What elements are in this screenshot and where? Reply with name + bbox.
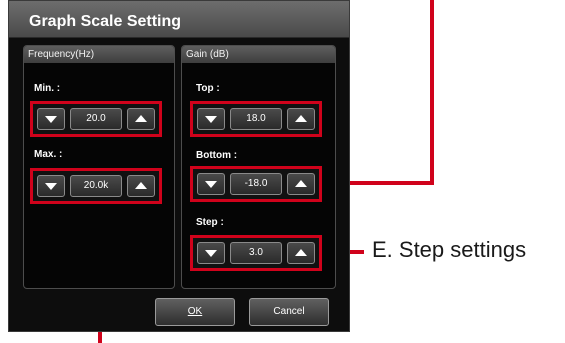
min-frequency-stepper: 20.0 <box>30 101 162 137</box>
min-value-field[interactable]: 20.0 <box>70 108 122 130</box>
gain-group-header: Gain (dB) <box>182 46 335 63</box>
step-increment-button[interactable] <box>287 242 315 264</box>
triangle-up-icon <box>135 115 147 122</box>
top-decrement-button[interactable] <box>197 108 225 130</box>
callout-line-bottom-vertical <box>430 0 434 185</box>
gain-group: Gain (dB) Top : 18.0 Bottom : -18.0 Step… <box>181 45 336 289</box>
triangle-up-icon <box>135 182 147 189</box>
bottom-label: Bottom : <box>196 150 238 161</box>
frequency-group: Frequency(Hz) Min. : 20.0 Max. : 20.0k <box>23 45 175 289</box>
ok-button-label: OK <box>187 306 203 317</box>
ok-button[interactable]: OK <box>155 298 235 326</box>
bottom-decrement-button[interactable] <box>197 173 225 195</box>
min-decrement-button[interactable] <box>37 108 65 130</box>
top-gain-stepper: 18.0 <box>190 101 322 137</box>
top-label: Top : <box>196 83 220 94</box>
max-increment-button[interactable] <box>127 175 155 197</box>
min-label: Min. : <box>34 83 61 94</box>
step-gain-stepper: 3.0 <box>190 235 322 271</box>
max-frequency-stepper: 20.0k <box>30 168 162 204</box>
triangle-down-icon <box>205 181 217 188</box>
frequency-group-header: Frequency(Hz) <box>24 46 174 63</box>
max-decrement-button[interactable] <box>37 175 65 197</box>
triangle-up-icon <box>295 249 307 256</box>
bottom-increment-button[interactable] <box>287 173 315 195</box>
graph-scale-dialog: Graph Scale Setting Frequency(Hz) Min. :… <box>8 0 350 332</box>
triangle-down-icon <box>45 183 57 190</box>
max-value-field[interactable]: 20.0k <box>70 175 122 197</box>
bottom-value-field[interactable]: -18.0 <box>230 173 282 195</box>
triangle-down-icon <box>205 250 217 257</box>
step-decrement-button[interactable] <box>197 242 225 264</box>
max-label: Max. : <box>34 149 63 160</box>
step-label: Step : <box>196 217 224 228</box>
cancel-button[interactable]: Cancel <box>249 298 329 326</box>
top-value-field[interactable]: 18.0 <box>230 108 282 130</box>
min-increment-button[interactable] <box>127 108 155 130</box>
triangle-down-icon <box>205 116 217 123</box>
top-increment-button[interactable] <box>287 108 315 130</box>
dialog-titlebar: Graph Scale Setting <box>9 1 349 38</box>
triangle-up-icon <box>295 115 307 122</box>
cancel-button-label: Cancel <box>273 306 305 317</box>
triangle-up-icon <box>295 180 307 187</box>
step-value-field[interactable]: 3.0 <box>230 242 282 264</box>
triangle-down-icon <box>45 116 57 123</box>
dialog-title: Graph Scale Setting <box>29 13 182 30</box>
step-settings-callout: E. Step settings <box>372 237 527 262</box>
bottom-gain-stepper: -18.0 <box>190 166 322 202</box>
